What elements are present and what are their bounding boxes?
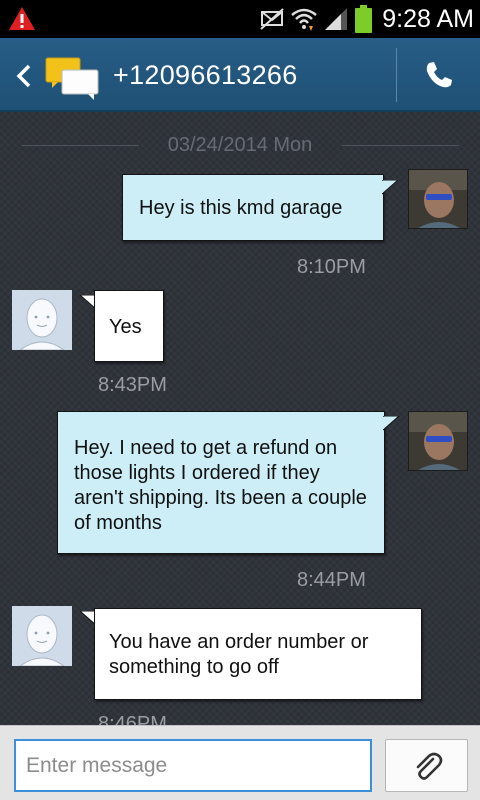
user-avatar[interactable] xyxy=(408,411,468,471)
message-text: Yes xyxy=(109,316,142,338)
contact-avatar[interactable] xyxy=(12,606,72,666)
back-icon xyxy=(16,64,31,88)
message-timestamp: 8:10PM xyxy=(297,256,366,278)
bubble-tail xyxy=(382,180,399,195)
conversation-header: +12096613266 xyxy=(0,38,480,112)
status-icons: 9:28 AM xyxy=(259,0,474,38)
default-avatar-icon xyxy=(12,606,72,666)
message-input[interactable] xyxy=(14,739,372,792)
phone-icon xyxy=(426,62,452,88)
composer-bar xyxy=(0,725,480,800)
date-separator: 03/24/2014 Mon xyxy=(20,134,460,156)
warning-icon xyxy=(9,7,35,30)
header-divider xyxy=(396,48,397,102)
message-text: Hey. I need to get a refund on those lig… xyxy=(74,437,367,534)
contact-avatar[interactable] xyxy=(12,290,72,350)
date-divider-line xyxy=(342,145,459,146)
back-button[interactable] xyxy=(6,52,110,100)
bubble-tail xyxy=(383,416,400,431)
attach-button[interactable] xyxy=(385,739,468,792)
message-timestamp: 8:44PM xyxy=(297,569,366,591)
contact-name: +12096613266 xyxy=(113,60,298,90)
call-button[interactable] xyxy=(400,46,478,104)
message-bubble-incoming[interactable]: Yes xyxy=(94,290,164,362)
message-text: You have an order number or something to… xyxy=(109,631,369,678)
message-thread[interactable]: 03/24/2014 Mon Hey is this kmd garage 8:… xyxy=(0,112,480,725)
user-avatar[interactable] xyxy=(408,169,468,229)
profile-photo xyxy=(409,170,467,228)
message-bubble-outgoing[interactable]: Hey is this kmd garage xyxy=(122,174,384,241)
mute-icon xyxy=(260,8,284,30)
wifi-icon xyxy=(291,8,318,31)
default-avatar-icon xyxy=(12,290,72,350)
messages-app-icon xyxy=(45,57,99,100)
battery-icon xyxy=(355,5,373,33)
status-bar: 9:28 AM xyxy=(0,0,480,38)
message-bubble-outgoing[interactable]: Hey. I need to get a refund on those lig… xyxy=(57,411,385,554)
message-timestamp: 8:46PM xyxy=(98,713,167,725)
message-timestamp: 8:43PM xyxy=(98,374,167,396)
message-bubble-incoming[interactable]: You have an order number or something to… xyxy=(94,608,422,700)
status-time: 9:28 AM xyxy=(382,4,474,33)
message-text: Hey is this kmd garage xyxy=(139,197,343,219)
paperclip-icon xyxy=(416,752,443,780)
signal-icon xyxy=(325,8,348,30)
profile-photo xyxy=(409,412,467,470)
